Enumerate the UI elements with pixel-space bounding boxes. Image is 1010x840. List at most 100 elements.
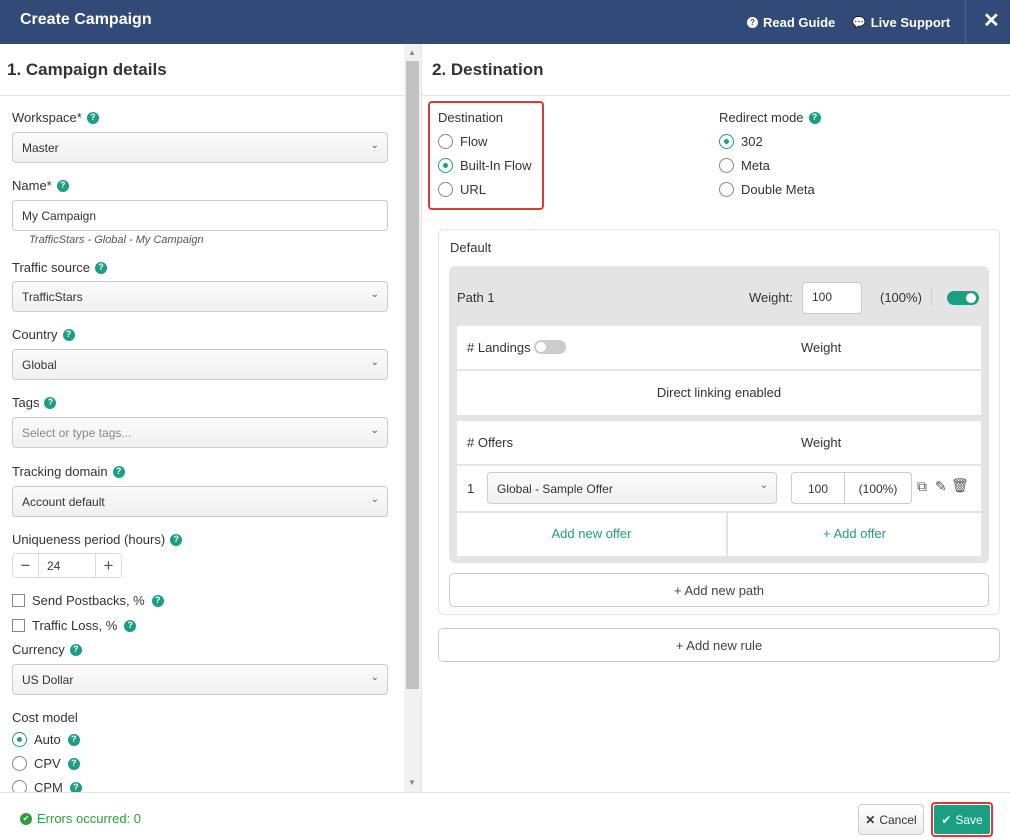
help-icon[interactable]: ? (67, 757, 80, 770)
scrollbar-thumb[interactable] (406, 61, 419, 689)
external-link-icon[interactable]: ⧉ (917, 478, 927, 495)
help-icon[interactable]: ? (151, 594, 164, 607)
tags-select[interactable]: Select or type tags... ⌄ (12, 417, 388, 448)
help-icon[interactable]: ? (112, 465, 125, 478)
decrement-button[interactable]: − (13, 554, 38, 577)
uniqueness-label: Uniqueness period (hours) ? (12, 532, 183, 547)
offer-select[interactable]: Global - Sample Offer ⌄ (487, 472, 777, 504)
traffic-source-select[interactable]: TrafficStars ⌄ (12, 281, 388, 312)
path-divider (931, 288, 932, 306)
radio-selected[interactable] (719, 134, 734, 149)
radio-unselected[interactable] (12, 756, 27, 771)
pencil-icon[interactable]: ✎ (935, 478, 947, 495)
workspace-value: Master (22, 141, 59, 155)
option-label: Meta (741, 158, 770, 173)
campaign-details-title: 1. Campaign details (0, 44, 404, 96)
destination-title: 2. Destination (422, 44, 1010, 96)
save-label: Save (955, 812, 983, 827)
offer-name: Global - Sample Offer (497, 482, 613, 496)
offer-row: 1 Global - Sample Offer ⌄ 100 (100%) ⧉ ✎… (457, 466, 981, 511)
name-input[interactable]: My Campaign (12, 200, 388, 231)
option-label: Built-In Flow (460, 158, 532, 173)
radio-unselected[interactable] (438, 182, 453, 197)
chevron-down-icon: ⌄ (759, 480, 768, 491)
tags-label: Tags ? (12, 395, 57, 410)
add-new-offer-button[interactable]: Add new offer (457, 513, 726, 556)
save-button[interactable]: ✔ Save (934, 805, 990, 834)
option-label: Auto (34, 732, 61, 747)
help-icon[interactable]: ? (86, 111, 99, 124)
landings-label: # Landings (467, 340, 531, 355)
live-support-link[interactable]: 💬 Live Support (852, 15, 950, 30)
modal-footer: ✔ Errors occurred: 0 ✕ Cancel ✔ Save (0, 792, 1010, 840)
redirect-option-302[interactable]: 302 (719, 134, 821, 149)
workspace-label-text: Workspace* (12, 110, 82, 125)
cancel-button[interactable]: ✕ Cancel (858, 804, 924, 835)
traffic-loss-label: Traffic Loss, % (32, 618, 118, 633)
tracking-domain-select[interactable]: Account default ⌄ (12, 486, 388, 517)
add-offer-button[interactable]: + Add offer (728, 513, 981, 556)
default-rule-label: Default (450, 240, 492, 255)
help-icon[interactable]: ? (95, 261, 108, 274)
radio-selected[interactable] (438, 158, 453, 173)
offer-weight-input[interactable]: 100 (792, 473, 845, 503)
save-highlight-box: ✔ Save (931, 802, 993, 837)
trash-icon[interactable]: 🗑 (951, 477, 969, 494)
radio-unselected[interactable] (719, 158, 734, 173)
path-weight-input[interactable]: 100 (802, 282, 862, 314)
redirect-mode-label: Redirect mode ? (719, 110, 821, 125)
add-new-offer-label: Add new offer (551, 526, 632, 541)
path-enabled-toggle[interactable] (947, 291, 979, 305)
help-icon[interactable]: ? (44, 396, 57, 409)
radio-unselected[interactable] (438, 134, 453, 149)
redirect-option-double-meta[interactable]: Double Meta (719, 182, 821, 197)
add-new-rule-button[interactable]: + Add new rule (438, 628, 1000, 662)
chevron-down-icon: ⌄ (370, 425, 379, 436)
add-new-path-button[interactable]: + Add new path (449, 573, 989, 607)
help-icon[interactable]: ? (69, 643, 82, 656)
close-icon[interactable]: ✕ (983, 8, 1000, 33)
help-icon[interactable]: ? (170, 533, 183, 546)
cost-model-option-cpm[interactable]: CPM ? (12, 780, 82, 792)
uniqueness-input[interactable]: 24 (38, 554, 96, 577)
path-weight-label: Weight: (749, 290, 793, 305)
option-label: CPM (34, 780, 63, 792)
destination-option-flow[interactable]: Flow (438, 134, 532, 149)
currency-select[interactable]: US Dollar ⌄ (12, 664, 388, 695)
help-icon[interactable]: ? (56, 179, 69, 192)
radio-selected[interactable] (12, 732, 27, 747)
workspace-select[interactable]: Master ⌄ (12, 132, 388, 163)
traffic-loss-row: Traffic Loss, % ? (12, 618, 137, 633)
send-postbacks-checkbox[interactable] (12, 594, 25, 607)
destination-option-built-in-flow[interactable]: Built-In Flow (438, 158, 532, 173)
landings-toggle[interactable] (534, 340, 566, 354)
traffic-loss-checkbox[interactable] (12, 619, 25, 632)
country-value: Global (22, 358, 57, 372)
chevron-down-icon: ⌄ (370, 672, 379, 683)
radio-unselected[interactable] (12, 780, 27, 792)
increment-button[interactable]: + (96, 554, 121, 577)
radio-unselected[interactable] (719, 182, 734, 197)
cost-model-option-auto[interactable]: Auto ? (12, 732, 82, 747)
help-icon[interactable]: ? (69, 781, 82, 792)
help-icon[interactable]: ? (124, 619, 137, 632)
name-label: Name* ? (12, 178, 69, 193)
landings-header-row: # Landings Weight (457, 326, 981, 369)
scroll-down-arrow-icon[interactable]: ▼ (408, 778, 416, 787)
destination-option-url[interactable]: URL (438, 182, 532, 197)
destination-panel: 2. Destination Destination Flow Built-In… (422, 44, 1010, 792)
tags-label-text: Tags (12, 395, 40, 410)
cost-model-option-cpv[interactable]: CPV ? (12, 756, 82, 771)
country-select[interactable]: Global ⌄ (12, 349, 388, 380)
option-label: Flow (460, 134, 488, 149)
redirect-option-meta[interactable]: Meta (719, 158, 821, 173)
help-icon[interactable]: ? (808, 111, 821, 124)
left-panel-scrollbar[interactable]: ▲ ▼ (404, 44, 421, 792)
help-icon[interactable]: ? (67, 733, 80, 746)
chat-bubbles-icon: 💬 (852, 17, 866, 29)
read-guide-link[interactable]: ? Read Guide (747, 15, 835, 30)
errors-status: ✔ Errors occurred: 0 (20, 811, 141, 826)
scroll-up-arrow-icon[interactable]: ▲ (408, 48, 416, 57)
currency-label-text: Currency (12, 642, 65, 657)
help-icon[interactable]: ? (62, 328, 75, 341)
